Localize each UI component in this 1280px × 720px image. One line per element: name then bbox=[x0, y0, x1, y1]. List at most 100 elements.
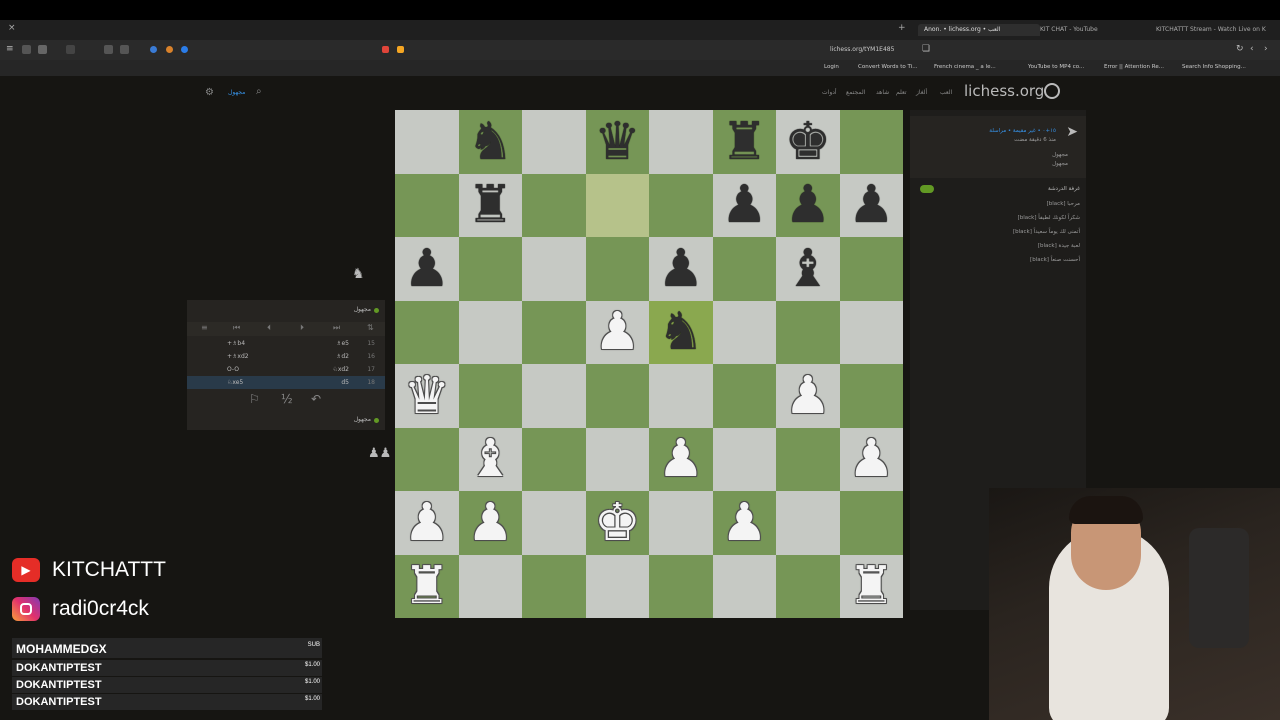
square-a8[interactable] bbox=[395, 110, 459, 174]
square-d6[interactable] bbox=[585, 237, 649, 301]
square-e2[interactable] bbox=[649, 491, 713, 555]
app-icon[interactable] bbox=[22, 45, 31, 54]
white-rook-icon[interactable]: ♜ bbox=[403, 560, 450, 612]
square-h8[interactable] bbox=[839, 110, 903, 174]
square-g3[interactable] bbox=[776, 427, 840, 491]
prev-move-icon[interactable]: ⏴ bbox=[267, 323, 271, 333]
black-pawn-icon[interactable]: ♟ bbox=[784, 179, 831, 231]
black-pawn-icon[interactable]: ♟ bbox=[721, 179, 768, 231]
square-b3[interactable]: ♝ bbox=[458, 427, 522, 491]
square-a2[interactable]: ♟ bbox=[395, 491, 459, 555]
square-h6[interactable] bbox=[839, 237, 903, 301]
black-queen-icon[interactable]: ♛ bbox=[594, 116, 641, 168]
white-rook-icon[interactable]: ♜ bbox=[848, 560, 895, 612]
square-d3[interactable] bbox=[585, 427, 649, 491]
black-knight-icon[interactable]: ♞ bbox=[467, 116, 514, 168]
bookmark-item[interactable]: Error || Attention Re... bbox=[1104, 64, 1164, 70]
move-row[interactable]: O-O ♘xd2 17 bbox=[187, 363, 385, 376]
nav-tools[interactable]: أدوات bbox=[822, 89, 837, 96]
black-pawn-icon[interactable]: ♟ bbox=[657, 243, 704, 295]
square-a5[interactable] bbox=[395, 300, 459, 364]
bookmark-icon[interactable]: ❏ bbox=[922, 44, 930, 54]
new-tab-icon[interactable]: + bbox=[898, 23, 906, 33]
square-d7[interactable] bbox=[585, 173, 649, 237]
square-h3[interactable]: ♟ bbox=[839, 427, 903, 491]
black-bishop-icon[interactable]: ♝ bbox=[784, 243, 831, 295]
square-c2[interactable] bbox=[522, 491, 586, 555]
tab-youtube[interactable]: KIT CHAT - YouTube bbox=[1034, 24, 1146, 36]
tab-lichess[interactable]: Anon. • lichess.org • العب bbox=[918, 24, 1040, 36]
sign-in-link[interactable]: مجهول bbox=[228, 89, 245, 96]
square-c7[interactable] bbox=[522, 173, 586, 237]
square-b6[interactable] bbox=[458, 237, 522, 301]
shield-icon[interactable] bbox=[397, 46, 404, 53]
white-queen-icon[interactable]: ♛ bbox=[403, 370, 450, 422]
square-g2[interactable] bbox=[776, 491, 840, 555]
white-pawn-icon[interactable]: ♟ bbox=[784, 370, 831, 422]
square-f2[interactable]: ♟ bbox=[712, 491, 776, 555]
square-e1[interactable] bbox=[649, 554, 713, 618]
square-f8[interactable]: ♜ bbox=[712, 110, 776, 174]
app-icon[interactable] bbox=[166, 46, 173, 53]
move-row[interactable]: +♗xd2 ♗d2 16 bbox=[187, 350, 385, 363]
square-e4[interactable] bbox=[649, 364, 713, 428]
app-icon[interactable] bbox=[104, 45, 113, 54]
square-h5[interactable] bbox=[839, 300, 903, 364]
square-g7[interactable]: ♟ bbox=[776, 173, 840, 237]
move-row[interactable]: +♗b4 ♗e5 15 bbox=[187, 337, 385, 350]
chat-toggle[interactable] bbox=[920, 185, 934, 193]
square-h4[interactable] bbox=[839, 364, 903, 428]
search-icon[interactable]: ⌕ bbox=[256, 86, 262, 97]
square-c8[interactable] bbox=[522, 110, 586, 174]
gear-icon[interactable]: ⚙ bbox=[205, 87, 214, 98]
app-icon[interactable] bbox=[66, 45, 75, 54]
white-bishop-icon[interactable]: ♝ bbox=[467, 433, 514, 485]
square-d4[interactable] bbox=[585, 364, 649, 428]
square-d8[interactable]: ♛ bbox=[585, 110, 649, 174]
nav-learn[interactable]: تعلم bbox=[896, 89, 907, 96]
nav-watch[interactable]: شاهد bbox=[876, 89, 889, 96]
white-king-icon[interactable]: ♚ bbox=[594, 497, 641, 549]
square-b5[interactable] bbox=[458, 300, 522, 364]
move-row-current[interactable]: ♘xe5 d5 18 bbox=[187, 376, 385, 389]
close-icon[interactable]: × bbox=[8, 23, 16, 33]
square-g4[interactable]: ♟ bbox=[776, 364, 840, 428]
square-e3[interactable]: ♟ bbox=[649, 427, 713, 491]
back-icon[interactable]: ‹ bbox=[1250, 44, 1254, 54]
white-pawn-icon[interactable]: ♟ bbox=[657, 433, 704, 485]
black-pawn-icon[interactable]: ♟ bbox=[848, 179, 895, 231]
app-icon[interactable] bbox=[150, 46, 157, 53]
square-a3[interactable] bbox=[395, 427, 459, 491]
black-rook-icon[interactable]: ♜ bbox=[721, 116, 768, 168]
square-c5[interactable] bbox=[522, 300, 586, 364]
tab-kick[interactable]: KITCHATTT Stream - Watch Live on K bbox=[1150, 24, 1277, 36]
takeback-icon[interactable]: ↶ bbox=[311, 392, 321, 406]
square-h1[interactable]: ♜ bbox=[839, 554, 903, 618]
square-d1[interactable] bbox=[585, 554, 649, 618]
square-e8[interactable] bbox=[649, 110, 713, 174]
square-c1[interactable] bbox=[522, 554, 586, 618]
app-icon[interactable] bbox=[38, 45, 47, 54]
white-pawn-icon[interactable]: ♟ bbox=[467, 497, 514, 549]
nav-puzzles[interactable]: ألغاز bbox=[916, 89, 927, 96]
square-g6[interactable]: ♝ bbox=[776, 237, 840, 301]
nav-community[interactable]: المجتمع bbox=[846, 89, 865, 96]
flip-board-icon[interactable]: ⇅ bbox=[367, 323, 374, 332]
square-c6[interactable] bbox=[522, 237, 586, 301]
app-icon[interactable] bbox=[181, 46, 188, 53]
square-f3[interactable] bbox=[712, 427, 776, 491]
square-h2[interactable] bbox=[839, 491, 903, 555]
white-pawn-icon[interactable]: ♟ bbox=[721, 497, 768, 549]
square-f4[interactable] bbox=[712, 364, 776, 428]
square-f6[interactable] bbox=[712, 237, 776, 301]
bookmark-item[interactable]: French cinema _ a le... bbox=[934, 64, 996, 70]
square-g8[interactable]: ♚ bbox=[776, 110, 840, 174]
site-logo[interactable]: lichess.org bbox=[964, 82, 1044, 100]
brave-icon[interactable] bbox=[382, 46, 389, 53]
square-g5[interactable] bbox=[776, 300, 840, 364]
resign-flag-icon[interactable]: ⚐ bbox=[249, 392, 260, 406]
next-move-icon[interactable]: ⏵ bbox=[300, 323, 304, 333]
square-f7[interactable]: ♟ bbox=[712, 173, 776, 237]
black-pawn-icon[interactable]: ♟ bbox=[403, 243, 450, 295]
bookmark-item[interactable]: Login bbox=[824, 64, 839, 70]
